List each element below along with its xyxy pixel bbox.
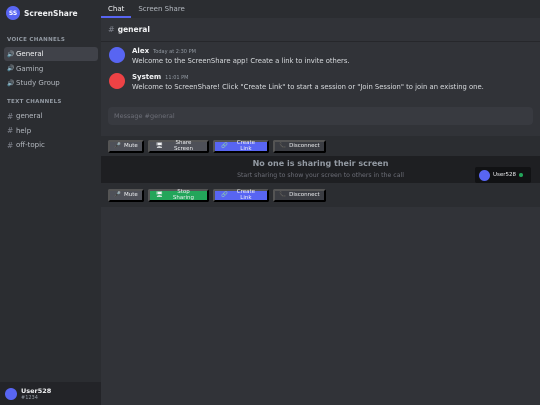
channel-header: # general <box>101 18 540 42</box>
text-channel-list: # general # help # off-topic <box>4 109 98 153</box>
create-link-label: Create Link <box>236 140 256 152</box>
user-tag: #1234 <box>21 394 38 401</box>
stop-sharing-button[interactable]: 🖥 Stop Sharing <box>148 188 209 202</box>
voice-channel-label: Gaming <box>16 64 44 73</box>
self-name: User528 <box>493 172 517 178</box>
voice-channel-study-group[interactable]: 🔊 Study Group <box>4 76 98 90</box>
message-author[interactable]: System <box>132 73 161 81</box>
hash-icon: # <box>7 126 14 135</box>
voice-channel-label: General <box>16 50 44 58</box>
message-timestamp: Today at 2:30 PM <box>153 49 196 55</box>
disconnect-button[interactable]: 📞 Disconnect <box>273 139 326 153</box>
create-link-label: Create Link <box>236 189 256 201</box>
text-channel-general[interactable]: # general <box>4 109 98 123</box>
avatar[interactable] <box>109 73 125 89</box>
microphone-icon: 🎤 <box>114 143 122 149</box>
screen-share-view: No one is sharing their screen Start sha… <box>101 156 540 183</box>
message-author[interactable]: Alex <box>132 47 149 55</box>
disconnect-label: Disconnect <box>289 143 320 149</box>
stop-sharing-label: Stop Sharing <box>172 189 195 201</box>
disconnect-button[interactable]: 📞 Disconnect <box>273 188 326 202</box>
text-channel-help[interactable]: # help <box>4 124 98 138</box>
call-controls-top: 🎤 Mute 🖥 Share Screen 🔗 Create Link 📞 Discon… <box>101 136 540 156</box>
hash-icon: # <box>7 140 14 150</box>
hash-icon: # <box>7 111 14 121</box>
share-screen-button[interactable]: 🖥 Share Screen <box>148 139 209 153</box>
mute-label: Mute <box>124 192 138 198</box>
speaker-icon: 🔊 <box>7 79 15 87</box>
call-controls-bottom: 🎤 Mute 🖥 Stop Sharing 🔗 Create Link 📞 Discon… <box>101 183 540 207</box>
mute-label: Mute <box>124 143 138 149</box>
message-input[interactable] <box>114 112 533 120</box>
tab-bar: Chat Screen Share <box>101 0 540 18</box>
create-link-button[interactable]: 🔗 Create Link <box>213 188 269 202</box>
voice-channel-general[interactable]: 🔊 General <box>4 47 98 61</box>
voice-channels-label: VOICE CHANNELS <box>7 37 66 43</box>
text-channel-label: general <box>16 112 43 120</box>
link-icon: 🔗 <box>221 143 228 149</box>
share-empty-title: No one is sharing their screen <box>252 159 389 168</box>
message-timestamp: 11:01 PM <box>165 75 189 81</box>
create-link-button[interactable]: 🔗 Create Link <box>213 139 269 153</box>
message-text: Welcome to ScreenShare! Click "Create Li… <box>132 83 484 91</box>
tab-chat[interactable]: Chat <box>101 0 132 18</box>
avatar <box>479 169 490 181</box>
self-video-tile[interactable]: User528 <box>475 167 531 183</box>
text-channel-label: help <box>16 126 32 135</box>
voice-channel-label: Study Group <box>16 79 60 87</box>
tab-screen-share[interactable]: Screen Share <box>131 0 192 18</box>
sidebar: SS ScreenShare VOICE CHANNELS 🔊 General … <box>0 0 101 405</box>
server-name: ScreenShare <box>24 8 78 18</box>
message-text: Welcome to the ScreenShare app! Create a… <box>132 57 350 65</box>
voice-channel-list: 🔊 General 🔊 Gaming 🔊 Study Group <box>4 47 98 91</box>
phone-icon: 📞 <box>279 192 287 198</box>
microphone-icon: 🎤 <box>114 192 122 198</box>
voice-channel-gaming[interactable]: 🔊 Gaming <box>4 62 98 76</box>
disconnect-label: Disconnect <box>289 192 320 198</box>
speaker-icon: 🔊 <box>7 50 15 58</box>
share-screen-label: Share Screen <box>174 140 193 152</box>
mute-button[interactable]: 🎤 Mute <box>108 188 144 202</box>
text-channel-off-topic[interactable]: # off-topic <box>4 138 98 152</box>
message-body: System 11:01 PM Welcome to ScreenShare! … <box>132 73 484 91</box>
message: Alex Today at 2:30 PM Welcome to the Scr… <box>109 47 529 65</box>
message-composer[interactable] <box>108 107 533 125</box>
message: System 11:01 PM Welcome to ScreenShare! … <box>109 73 529 91</box>
monitor-icon: 🖥 <box>156 143 163 149</box>
user-meta: User528 #1234 <box>21 387 51 401</box>
speaker-icon: 🔊 <box>7 65 15 72</box>
link-icon: 🔗 <box>221 192 228 198</box>
avatar <box>5 387 17 400</box>
monitor-icon: 🖥 <box>156 192 163 198</box>
user-name: User528 <box>21 386 52 395</box>
mute-button[interactable]: 🎤 Mute <box>108 139 144 153</box>
user-panel[interactable]: User528 #1234 <box>0 382 101 405</box>
hash-icon: # <box>108 25 115 34</box>
channel-title: general <box>117 25 150 34</box>
text-channel-label: off-topic <box>16 141 45 149</box>
avatar[interactable] <box>109 47 125 63</box>
empty-content-area <box>101 207 540 405</box>
server-avatar: SS <box>6 6 20 20</box>
server-header[interactable]: SS ScreenShare <box>0 0 101 26</box>
phone-icon: 📞 <box>279 143 287 149</box>
message-body: Alex Today at 2:30 PM Welcome to the Scr… <box>132 47 350 65</box>
text-channels-label: TEXT CHANNELS <box>7 99 62 105</box>
online-status-icon <box>519 173 524 177</box>
